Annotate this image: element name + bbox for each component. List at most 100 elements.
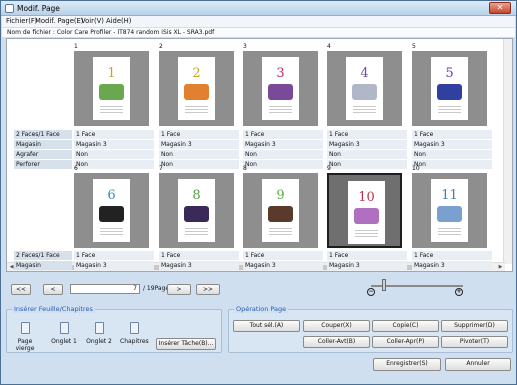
cell-staple[interactable]: Non [74, 150, 154, 159]
tab2-item[interactable]: Onglet 2 [85, 322, 113, 345]
cell-face[interactable]: 1 Face [74, 251, 154, 260]
page-illustration [352, 84, 377, 100]
menu-help[interactable]: Aide(H) [106, 17, 131, 25]
cell-staple[interactable]: Non [243, 150, 323, 159]
page-thumbnail[interactable]: 3 [243, 51, 318, 126]
page-illustration [184, 206, 209, 222]
cell-face[interactable]: 1 Face [327, 251, 407, 260]
page-illustration [99, 84, 124, 100]
cell-punch[interactable]: Non [327, 160, 407, 169]
insert-sheet-group: Insérer Feuille/Chapitres Page vierge On… [6, 305, 222, 353]
page-navigation: << < 7 / 19Page > >> − + [6, 276, 513, 300]
scroll-right-icon[interactable]: ▶ [496, 263, 505, 271]
cancel-button[interactable]: Annuler [445, 358, 511, 371]
cell-tray[interactable]: Magasin 3 [159, 140, 239, 149]
page-number: 1 [74, 43, 78, 50]
rotate-button[interactable]: Pivoter(T) [441, 336, 508, 348]
cell-staple[interactable]: Non [412, 150, 492, 159]
page-digit: 3 [276, 66, 285, 81]
cell-tray[interactable]: Magasin 3 [412, 261, 492, 270]
cell-staple[interactable]: Non [159, 271, 239, 272]
cell-staple[interactable]: Non [412, 271, 492, 272]
cell-punch[interactable]: Non [159, 160, 239, 169]
cell-face[interactable]: 1 Face [243, 251, 323, 260]
blank-page-item[interactable]: Page vierge [11, 322, 39, 352]
chapters-item[interactable]: Chapitres [120, 322, 149, 345]
page-paper: 4 [346, 57, 383, 120]
cell-tray[interactable]: Magasin 3 [412, 140, 492, 149]
page-number-input[interactable]: 7 [70, 284, 140, 294]
page-illustration [437, 206, 462, 222]
paste-before-button[interactable]: Coller-Avt(B) [303, 336, 370, 348]
insert-job-button[interactable]: Insérer Tâche(B)... [156, 338, 216, 350]
cut-button[interactable]: Couper(X) [303, 320, 370, 332]
zoom-slider-thumb[interactable] [382, 279, 386, 291]
select-all-button[interactable]: Tout sél.(A) [233, 320, 300, 332]
cell-staple[interactable]: Non [74, 271, 154, 272]
cell-tray[interactable]: Magasin 3 [327, 140, 407, 149]
cell-punch[interactable]: Non [412, 160, 492, 169]
cell-face[interactable]: 1 Face [74, 130, 154, 139]
delete-button[interactable]: Supprimer(D) [441, 320, 508, 332]
cell-tray[interactable]: Magasin 3 [243, 261, 323, 270]
page-number: 5 [412, 43, 416, 50]
cell-staple[interactable]: Non [243, 271, 323, 272]
page-number: 4 [327, 43, 331, 50]
close-button[interactable]: ✕ [489, 2, 511, 14]
cell-staple[interactable]: Non [327, 271, 407, 272]
cell-face[interactable]: 1 Face [243, 130, 323, 139]
last-page-button[interactable]: >> [196, 284, 220, 295]
copy-button[interactable]: Copie(C) [372, 320, 439, 332]
cell-tray[interactable]: Magasin 3 [74, 261, 154, 270]
page-thumbnail[interactable]: 4 [327, 51, 402, 126]
save-button[interactable]: Enregistrer(S) [373, 358, 441, 371]
next-page-button[interactable]: > [167, 284, 191, 295]
page-paper: 10 [348, 181, 385, 244]
cell-punch[interactable]: Non [74, 160, 154, 169]
operation-group-title: Opération Page [234, 305, 289, 313]
menu-file[interactable]: Fichier(F) [6, 17, 37, 25]
menu-bar: Fichier(F) Modif. Page(E) Voir(V) Aide(H… [2, 16, 515, 27]
cell-tray[interactable]: Magasin 3 [159, 261, 239, 270]
page-number: 10 [412, 165, 420, 172]
page-thumbnail[interactable]: 2 [159, 51, 234, 126]
tab2-label: Onglet 2 [86, 338, 112, 345]
page-thumbnail[interactable]: 8 [159, 173, 234, 248]
cell-face[interactable]: 1 Face [327, 130, 407, 139]
cell-staple[interactable]: Non [327, 150, 407, 159]
page-text-lines [100, 226, 123, 236]
page-illustration [437, 84, 462, 100]
cell-face[interactable]: 1 Face [159, 251, 239, 260]
paste-after-button[interactable]: Coller-Apr(P) [372, 336, 439, 348]
page-thumbnail[interactable]: 5 [412, 51, 487, 126]
page-thumbnail[interactable]: 6 [74, 173, 149, 248]
cell-tray[interactable]: Magasin 3 [74, 140, 154, 149]
page-number: 3 [243, 43, 247, 50]
first-page-button[interactable]: << [11, 284, 31, 295]
cell-face[interactable]: 1 Face [159, 130, 239, 139]
blank-page-icon [20, 322, 30, 334]
menu-view[interactable]: Voir(V) [81, 17, 104, 25]
prev-page-button[interactable]: < [43, 284, 63, 295]
cell-staple[interactable]: Non [159, 150, 239, 159]
cell-tray[interactable]: Magasin 3 [243, 140, 323, 149]
zoom-out-icon[interactable]: − [367, 288, 375, 296]
page-thumbnail[interactable]: 9 [243, 173, 318, 248]
vertical-scrollbar[interactable] [503, 39, 512, 264]
tab1-item[interactable]: Onglet 1 [50, 322, 78, 345]
page-digit: 1 [107, 66, 116, 81]
cell-face[interactable]: 1 Face [412, 251, 492, 260]
cell-punch[interactable]: Non [243, 160, 323, 169]
row-label-punch: Perforer [14, 160, 72, 169]
cell-face[interactable]: 1 Face [412, 130, 492, 139]
menu-edit-page[interactable]: Modif. Page(E) [35, 17, 84, 25]
page-thumbnail[interactable]: 10 [327, 173, 402, 248]
row-label-staple: Agrafer [14, 150, 72, 159]
row-label-tray: Magasin [14, 140, 72, 149]
cell-tray[interactable]: Magasin 3 [327, 261, 407, 270]
page-grid[interactable]: ◀ ▶ 2 Faces/1 Face Magasin Agrafer Perforer… [6, 38, 513, 272]
page-thumbnail[interactable]: 1 [74, 51, 149, 126]
page-thumbnail[interactable]: 11 [412, 173, 487, 248]
zoom-in-icon[interactable]: + [455, 288, 463, 296]
page-digit: 4 [360, 66, 369, 81]
